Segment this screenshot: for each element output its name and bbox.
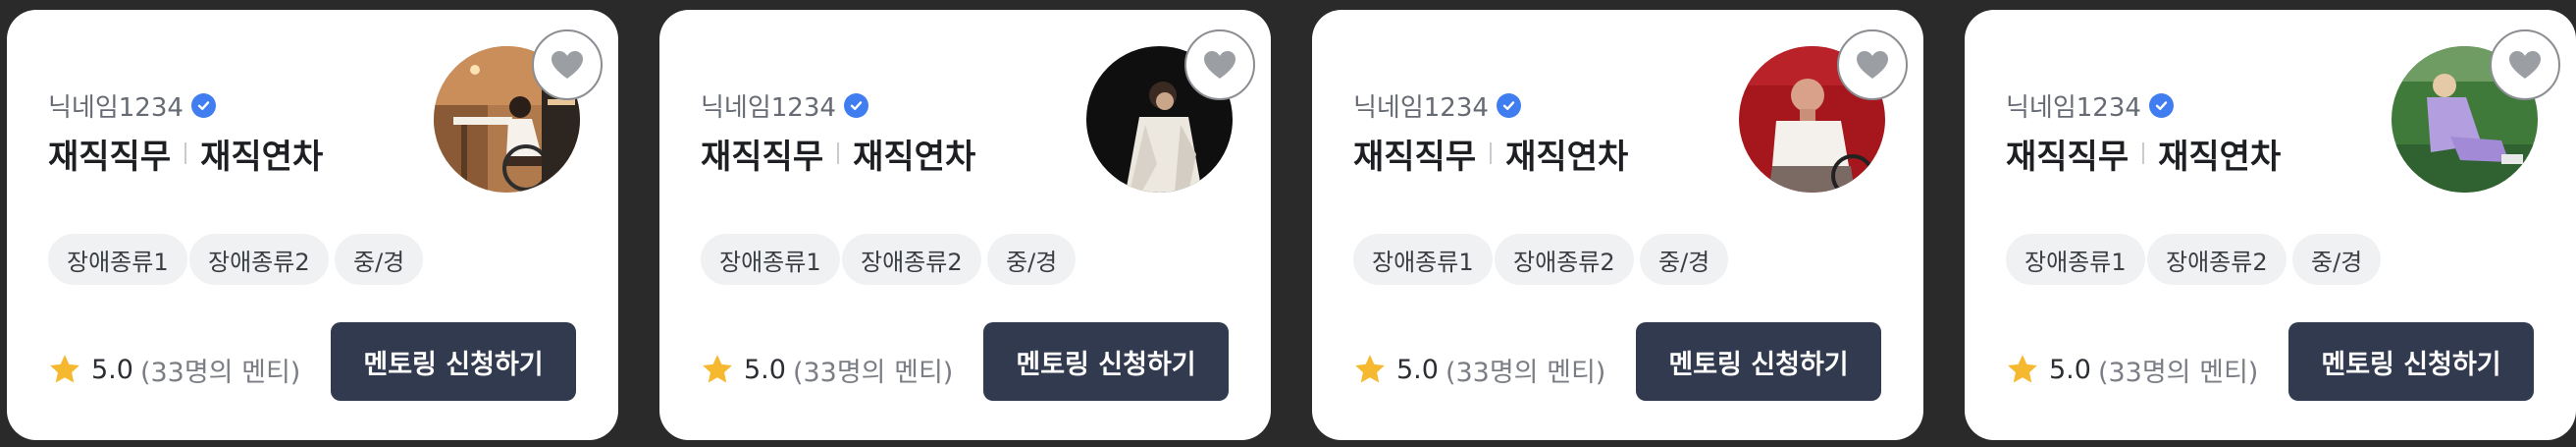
tag-chip: 장애종류1 (2006, 234, 2145, 285)
star-icon (2008, 355, 2037, 383)
heart-icon (1857, 51, 1888, 79)
rating-row: 5.0 (33명의 멘티) (701, 350, 953, 389)
nickname-row: 닉네임1234 (701, 88, 868, 123)
mentor-card[interactable]: 닉네임1234 재직직무 재직연차 장애종류1 장애종류2 중/경 5.0 (3… (7, 10, 618, 440)
mentee-count: (33명의 멘티) (792, 357, 954, 388)
rating-score: 5.0 (744, 354, 786, 385)
rating-row: 5.0 (33명의 멘티) (2006, 350, 2258, 389)
tag-chip: 장애종류1 (701, 234, 840, 285)
mentor-card-list: 닉네임1234 재직직무 재직연차 장애종류1 장애종류2 중/경 5.0 (3… (0, 0, 2576, 447)
tag-chip: 장애종류2 (1495, 234, 1634, 285)
job-years: 재직연차 (200, 137, 324, 177)
mentee-count: (33명의 멘티) (1445, 357, 1606, 388)
rating-row: 5.0 (33명의 멘티) (1353, 350, 1605, 389)
heart-icon (552, 51, 583, 79)
mentor-card[interactable]: 닉네임1234 재직직무 재직연차 장애종류1 장애종류2 중/경 5.0 (3… (1312, 10, 1923, 440)
mentor-card[interactable]: 닉네임1234 재직직무 재직연차 장애종류1 장애종류2 중/경 5.0 (3… (659, 10, 1271, 440)
divider (2142, 142, 2145, 164)
job-info: 재직직무 재직연차 (701, 132, 976, 177)
job-title: 재직직무 (2006, 137, 2129, 177)
job-years: 재직연차 (2158, 137, 2282, 177)
star-icon (50, 355, 79, 383)
verified-badge-icon (1496, 92, 1521, 118)
apply-mentoring-button[interactable]: 멘토링 신청하기 (1636, 322, 1881, 401)
rating-score: 5.0 (1396, 354, 1439, 385)
tag-chip: 중/경 (2292, 234, 2382, 285)
favorite-button[interactable] (1184, 29, 1255, 100)
job-title: 재직직무 (701, 137, 824, 177)
nickname-row: 닉네임1234 (2006, 88, 2174, 123)
star-icon (703, 355, 732, 383)
tag-chip: 중/경 (987, 234, 1077, 285)
favorite-button[interactable] (532, 29, 603, 100)
heart-icon (2509, 51, 2541, 79)
tag-chip: 장애종류2 (2147, 234, 2287, 285)
tag-chip: 장애종류1 (1353, 234, 1493, 285)
rating-score: 5.0 (2049, 354, 2091, 385)
mentor-nickname: 닉네임1234 (2006, 92, 2141, 123)
verified-badge-icon (2148, 92, 2174, 118)
verified-badge-icon (190, 92, 216, 118)
verified-badge-icon (843, 92, 868, 118)
mentor-nickname: 닉네임1234 (701, 92, 836, 123)
job-years: 재직연차 (1505, 137, 1629, 177)
nickname-row: 닉네임1234 (48, 88, 216, 123)
apply-mentoring-button[interactable]: 멘토링 신청하기 (983, 322, 1229, 401)
heart-icon (1204, 51, 1235, 79)
tag-chip: 장애종류1 (48, 234, 187, 285)
mentor-nickname: 닉네임1234 (1353, 92, 1489, 123)
mentee-count: (33명의 멘티) (2097, 357, 2259, 388)
tag-chip: 중/경 (335, 234, 424, 285)
rating-row: 5.0 (33명의 멘티) (48, 350, 300, 389)
favorite-button[interactable] (2490, 29, 2560, 100)
rating-score: 5.0 (91, 354, 133, 385)
apply-mentoring-button[interactable]: 멘토링 신청하기 (2288, 322, 2534, 401)
mentor-card[interactable]: 닉네임1234 재직직무 재직연차 장애종류1 장애종류2 중/경 5.0 (3… (1965, 10, 2576, 440)
job-title: 재직직무 (48, 137, 172, 177)
divider (837, 142, 840, 164)
job-info: 재직직무 재직연차 (1353, 132, 1629, 177)
mentor-nickname: 닉네임1234 (48, 92, 184, 123)
star-icon (1355, 355, 1385, 383)
job-years: 재직연차 (853, 137, 976, 177)
job-info: 재직직무 재직연차 (48, 132, 324, 177)
tag-chip: 장애종류2 (189, 234, 329, 285)
divider (1490, 142, 1493, 164)
job-info: 재직직무 재직연차 (2006, 132, 2282, 177)
tag-chip: 장애종류2 (842, 234, 981, 285)
apply-mentoring-button[interactable]: 멘토링 신청하기 (331, 322, 576, 401)
divider (184, 142, 187, 164)
job-title: 재직직무 (1353, 137, 1477, 177)
favorite-button[interactable] (1837, 29, 1908, 100)
tag-chip: 중/경 (1640, 234, 1729, 285)
nickname-row: 닉네임1234 (1353, 88, 1521, 123)
mentee-count: (33명의 멘티) (139, 357, 301, 388)
